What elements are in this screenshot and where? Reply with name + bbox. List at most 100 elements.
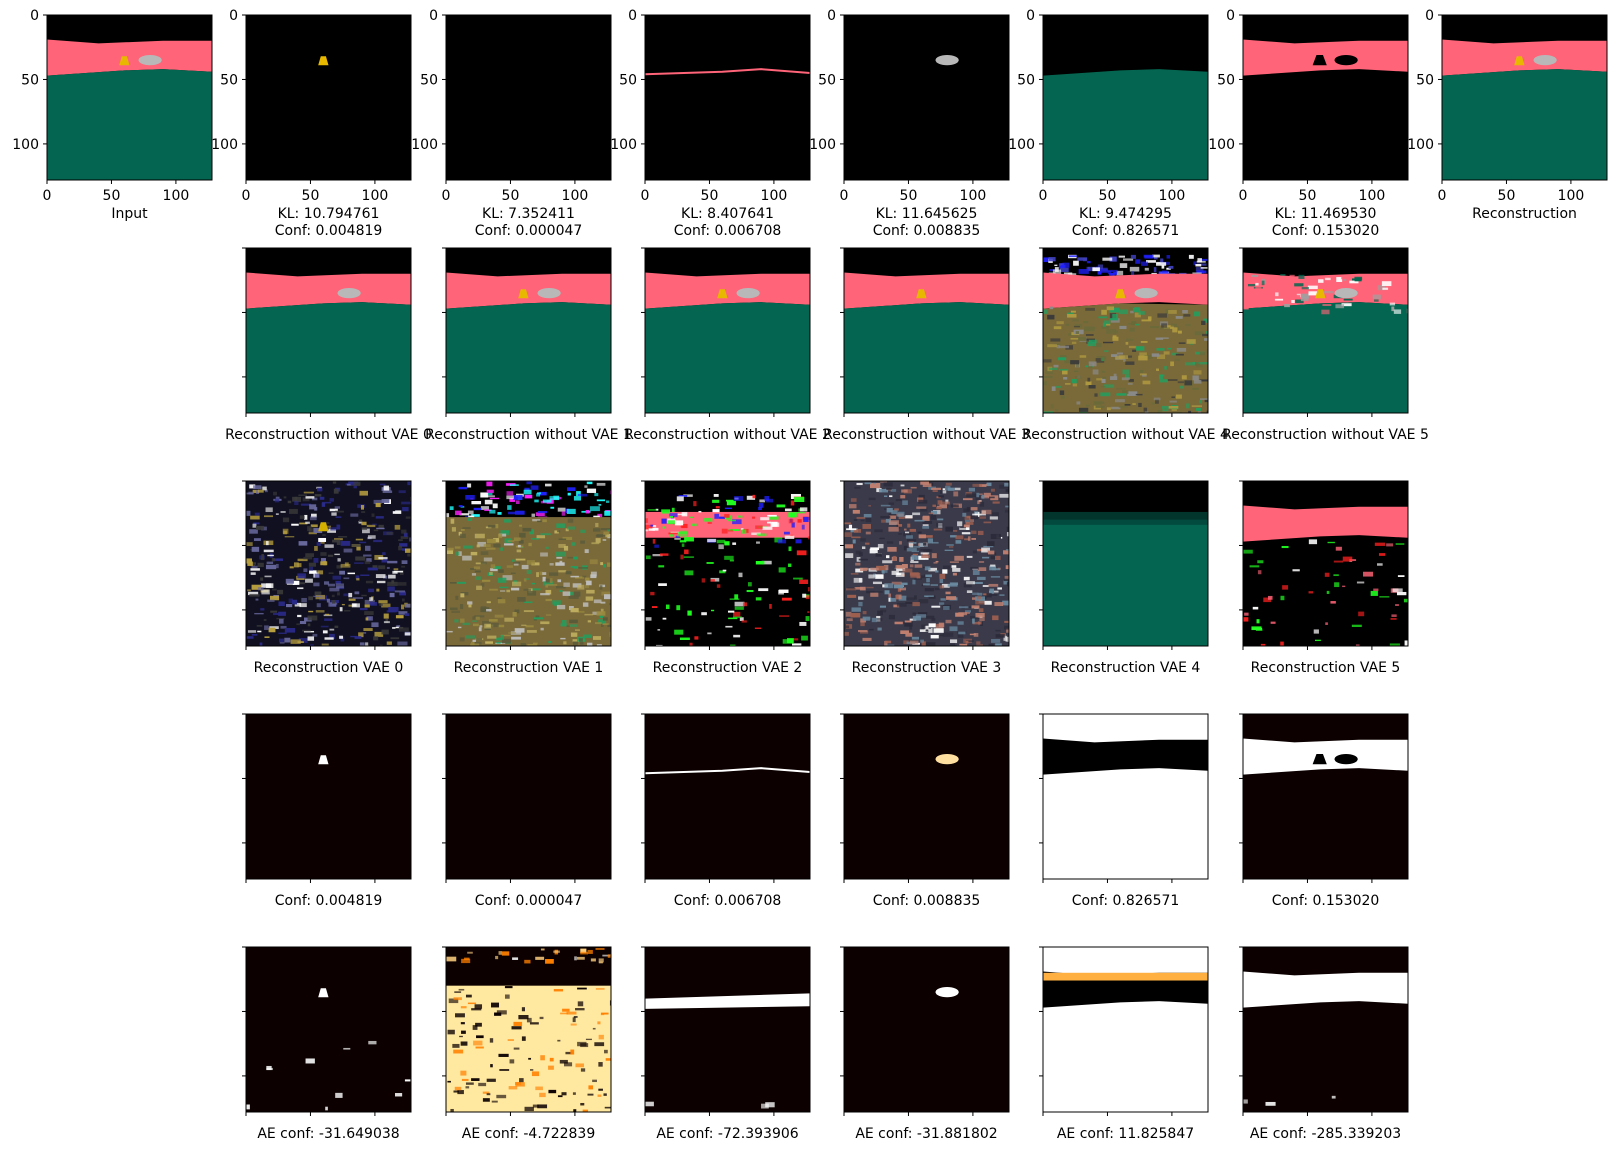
panel-image bbox=[246, 248, 411, 413]
y-tick-label: 0 bbox=[1425, 8, 1434, 24]
panel-conf-0: Conf: 0.004819 bbox=[242, 713, 412, 909]
x-tick-label: 50 bbox=[103, 188, 121, 204]
panel-ae-0: AE conf: -31.649038 bbox=[242, 946, 412, 1142]
panel-kl-3: 0 0 50 50 100 100 KL: 8.407641Conf: 0.006708 bbox=[610, 8, 811, 239]
panel-caption: Conf: 0.000047 bbox=[475, 223, 583, 239]
car-object bbox=[736, 287, 760, 299]
y-tick-label: 100 bbox=[12, 137, 39, 153]
image-background bbox=[246, 15, 411, 180]
panel-caption: Conf: 0.008835 bbox=[873, 893, 981, 909]
y-tick-label: 100 bbox=[610, 137, 637, 153]
panel-caption: Reconstruction without VAE 3 bbox=[823, 427, 1030, 443]
wall-band bbox=[1043, 738, 1208, 775]
panel-image bbox=[844, 947, 1009, 1112]
panel-caption: Conf: 0.008835 bbox=[873, 223, 981, 239]
panel-without-0: Reconstruction without VAE 0 bbox=[225, 247, 432, 443]
panel-kl-5: 0 0 50 50 100 100 KL: 9.474295Conf: 0.826571 bbox=[1008, 8, 1209, 239]
car-object bbox=[1334, 287, 1358, 299]
panel-vae-1: Reconstruction VAE 1 bbox=[442, 480, 612, 676]
panel-image bbox=[1043, 481, 1208, 646]
panel-caption: Input bbox=[111, 206, 148, 222]
image-background bbox=[246, 714, 411, 879]
panel-caption: AE conf: -285.339203 bbox=[1250, 1126, 1401, 1142]
panel-image bbox=[246, 947, 411, 1112]
panel-vae-2: Reconstruction VAE 2 bbox=[641, 480, 811, 676]
panel-conf-2: Conf: 0.006708 bbox=[641, 713, 811, 909]
image-background bbox=[645, 15, 810, 180]
panel-image bbox=[1243, 714, 1408, 879]
panel-caption: AE conf: -4.722839 bbox=[462, 1126, 595, 1142]
x-tick-label: 0 bbox=[840, 188, 849, 204]
panel-image bbox=[446, 714, 611, 879]
ground-area bbox=[246, 302, 411, 413]
panel-caption: KL: 8.407641 bbox=[681, 206, 774, 222]
image-background bbox=[844, 714, 1009, 879]
panel-image bbox=[446, 481, 611, 646]
y-tick-label: 0 bbox=[628, 8, 637, 24]
y-tick-label: 0 bbox=[429, 8, 438, 24]
image-background bbox=[645, 714, 810, 879]
car-object bbox=[935, 54, 959, 66]
panel-caption: KL: 11.469530 bbox=[1275, 206, 1377, 222]
x-tick-label: 100 bbox=[562, 188, 589, 204]
car-object bbox=[1533, 54, 1557, 66]
panel-caption: Conf: 0.006708 bbox=[674, 223, 782, 239]
panel-image bbox=[1243, 248, 1408, 413]
x-tick-label: 50 bbox=[302, 188, 320, 204]
car-object bbox=[1134, 287, 1158, 299]
x-tick-label: 100 bbox=[1159, 188, 1186, 204]
car-object bbox=[337, 287, 361, 299]
panel-image bbox=[1243, 947, 1408, 1112]
panel-image bbox=[844, 714, 1009, 879]
wall-band bbox=[1243, 738, 1408, 775]
panel-image bbox=[645, 481, 810, 646]
panel-image bbox=[1243, 481, 1408, 646]
wall-band bbox=[446, 272, 611, 309]
y-tick-label: 100 bbox=[1407, 137, 1434, 153]
car-object bbox=[537, 287, 561, 299]
image-background bbox=[1243, 947, 1408, 1112]
panel-ae-2: AE conf: -72.393906 bbox=[641, 946, 811, 1142]
image-background bbox=[1043, 714, 1208, 879]
x-tick-label: 50 bbox=[900, 188, 918, 204]
panel-image bbox=[246, 481, 411, 646]
y-tick-label: 100 bbox=[411, 137, 438, 153]
ground-area bbox=[47, 69, 212, 180]
image-background bbox=[1243, 714, 1408, 879]
wall-band bbox=[844, 272, 1009, 309]
y-tick-label: 0 bbox=[30, 8, 39, 24]
panel-ae-4: AE conf: 11.825847 bbox=[1039, 946, 1209, 1142]
panel-caption: Conf: 0.826571 bbox=[1072, 893, 1180, 909]
panel-caption: Reconstruction without VAE 0 bbox=[225, 427, 432, 443]
panel-without-3: Reconstruction without VAE 3 bbox=[823, 247, 1030, 443]
wall-band bbox=[1243, 39, 1408, 76]
panel-without-5: Reconstruction without VAE 5 bbox=[1222, 247, 1429, 443]
panel-image bbox=[246, 15, 411, 180]
panel-vae-5: Reconstruction VAE 5 bbox=[1239, 480, 1409, 676]
panel-kl-1: 0 0 50 50 100 100 KL: 10.794761Conf: 0.004819 bbox=[211, 8, 412, 239]
panel-vae-0: Reconstruction VAE 0 bbox=[242, 480, 412, 676]
y-tick-label: 0 bbox=[1226, 8, 1235, 24]
x-tick-label: 0 bbox=[1039, 188, 1048, 204]
panel-caption: AE conf: -72.393906 bbox=[656, 1126, 798, 1142]
image-background bbox=[645, 947, 810, 1112]
panel-without-1: Reconstruction without VAE 1 bbox=[425, 247, 632, 443]
panel-without-2: Reconstruction without VAE 2 bbox=[624, 247, 831, 443]
panel-ae-3: AE conf: -31.881802 bbox=[840, 946, 1010, 1142]
panel-image bbox=[1043, 714, 1208, 879]
x-tick-label: 0 bbox=[43, 188, 52, 204]
y-tick-label: 100 bbox=[1208, 137, 1235, 153]
panel-caption: KL: 7.352411 bbox=[482, 206, 575, 222]
panel-caption: KL: 11.645625 bbox=[876, 206, 978, 222]
panel-image bbox=[1243, 15, 1408, 180]
y-tick-label: 50 bbox=[21, 72, 39, 88]
panel-image bbox=[844, 15, 1009, 180]
panel-ae-1: AE conf: -4.722839 bbox=[442, 946, 612, 1142]
image-background bbox=[844, 15, 1009, 180]
panel-kl-4: 0 0 50 50 100 100 KL: 11.645625Conf: 0.008835 bbox=[809, 8, 1010, 239]
y-tick-label: 50 bbox=[1217, 72, 1235, 88]
panel-kl-0: 0 0 50 50 100 100 Input bbox=[12, 8, 213, 222]
y-tick-label: 100 bbox=[809, 137, 836, 153]
ground-area bbox=[446, 302, 611, 413]
panel-image bbox=[446, 248, 611, 413]
